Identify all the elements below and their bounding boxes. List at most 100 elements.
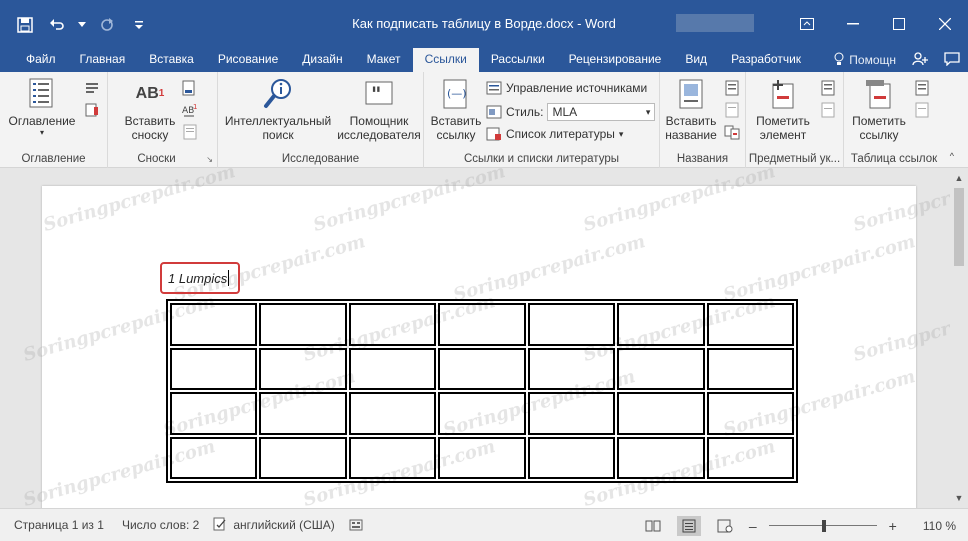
tab-insert[interactable]: Вставка xyxy=(137,48,206,72)
group-footnotes-label: Сноски xyxy=(137,153,176,165)
manage-sources-button[interactable]: Управление источниками xyxy=(486,80,647,96)
add-text-icon[interactable] xyxy=(84,80,100,96)
minimize-icon[interactable] xyxy=(830,0,876,48)
scroll-down-icon[interactable]: ▼ xyxy=(950,490,968,506)
zoom-level[interactable]: 110 % xyxy=(923,519,956,533)
table-cell[interactable] xyxy=(170,436,258,479)
scroll-up-icon[interactable]: ▲ xyxy=(950,170,968,186)
account-area[interactable] xyxy=(676,14,754,32)
zoom-slider[interactable] xyxy=(768,519,877,533)
macro-recording-icon[interactable] xyxy=(349,518,363,532)
tell-me-box[interactable]: Помощн xyxy=(833,52,896,69)
table-cell[interactable] xyxy=(259,392,347,435)
collapse-ribbon-icon[interactable]: ^ xyxy=(950,151,954,161)
read-mode-icon[interactable] xyxy=(641,516,665,536)
table-cell[interactable] xyxy=(706,436,794,479)
smart-lookup-button[interactable]: Интеллектуальный поиск xyxy=(224,78,332,142)
tab-draw[interactable]: Рисование xyxy=(206,48,290,72)
group-index: Пометить элемент Предметный ук... xyxy=(746,72,844,168)
table-cell[interactable] xyxy=(617,303,705,346)
maximize-icon[interactable] xyxy=(876,0,922,48)
next-footnote-icon[interactable]: AB 1 xyxy=(182,102,198,118)
insert-table-of-figures-icon[interactable] xyxy=(724,80,740,96)
document-table[interactable] xyxy=(166,299,798,483)
table-cell[interactable] xyxy=(527,436,616,479)
group-captions-label: Названия xyxy=(676,153,729,165)
table-cell[interactable] xyxy=(706,392,794,435)
insert-citation-button[interactable]: (—) Вставить ссылку xyxy=(428,78,484,142)
table-cell[interactable] xyxy=(527,303,616,346)
table-cell[interactable] xyxy=(348,392,437,435)
cross-reference-icon[interactable] xyxy=(724,124,740,140)
table-cell[interactable] xyxy=(259,347,347,390)
insert-toa-icon[interactable] xyxy=(914,80,930,96)
bibliography-button[interactable]: Список литературы ▾ xyxy=(486,126,623,142)
comments-icon[interactable] xyxy=(944,51,960,69)
table-cell[interactable] xyxy=(617,436,705,479)
table-cell[interactable] xyxy=(706,347,794,390)
tab-view[interactable]: Вид xyxy=(673,48,719,72)
update-index-icon[interactable] xyxy=(820,102,836,118)
insert-endnote-icon[interactable] xyxy=(182,80,198,96)
toc-button[interactable]: Оглавление ▾ xyxy=(9,78,75,138)
table-cell[interactable] xyxy=(348,303,437,346)
add-user-icon[interactable] xyxy=(912,51,928,70)
print-layout-icon[interactable] xyxy=(676,515,701,536)
table-caption-highlight[interactable]: 1 Lumpics xyxy=(160,262,240,294)
tab-layout[interactable]: Макет xyxy=(355,48,413,72)
toc-icon xyxy=(26,78,58,110)
tab-references[interactable]: Ссылки xyxy=(412,48,479,72)
tab-review[interactable]: Рецензирование xyxy=(557,48,674,72)
table-cell[interactable] xyxy=(527,347,616,390)
table-cell[interactable] xyxy=(170,392,258,435)
tab-home[interactable]: Главная xyxy=(68,48,138,72)
table-cell[interactable] xyxy=(348,436,437,479)
tab-file[interactable]: Файл xyxy=(14,48,68,72)
web-layout-icon[interactable] xyxy=(713,516,737,536)
mark-citation-button[interactable]: Пометить ссылку xyxy=(846,78,912,142)
close-icon[interactable] xyxy=(922,0,968,48)
table-cell[interactable] xyxy=(438,392,526,435)
table-cell[interactable] xyxy=(438,436,526,479)
dialog-launcher-icon[interactable]: ↘ xyxy=(206,155,213,164)
table-cell[interactable] xyxy=(348,347,437,390)
zoom-out-icon[interactable]: – xyxy=(749,518,757,534)
insert-caption-button[interactable]: Вставить название xyxy=(662,78,720,142)
mark-entry-button[interactable]: Пометить элемент xyxy=(750,78,816,142)
table-cell[interactable] xyxy=(259,436,347,479)
ribbon-display-options-icon[interactable] xyxy=(784,0,830,48)
tab-design[interactable]: Дизайн xyxy=(290,48,354,72)
table-cell[interactable] xyxy=(259,303,347,346)
tab-developer[interactable]: Разработчик xyxy=(719,48,813,72)
table-cell[interactable] xyxy=(438,303,526,346)
tell-me-label: Помощн xyxy=(849,53,896,67)
mark-entry-label-1: Пометить xyxy=(756,114,810,128)
word-count[interactable]: Число слов: 2 xyxy=(122,518,199,532)
scrollbar-thumb[interactable] xyxy=(954,188,964,266)
table-cell[interactable] xyxy=(617,347,705,390)
table-row xyxy=(170,303,794,346)
vertical-scrollbar[interactable]: ▲ ▼ xyxy=(950,168,968,508)
show-notes-icon[interactable] xyxy=(182,124,198,140)
language-indicator[interactable]: английский (США) xyxy=(213,517,335,534)
table-cell[interactable] xyxy=(617,392,705,435)
table-cell[interactable] xyxy=(706,303,794,346)
update-figures-icon[interactable] xyxy=(724,102,740,118)
table-cell[interactable] xyxy=(170,303,258,346)
style-label: Стиль: xyxy=(506,105,544,119)
insert-footnote-button[interactable]: AB 1 Вставить сноску xyxy=(122,78,178,143)
researcher-button[interactable]: " Помощник исследователя xyxy=(337,78,421,142)
table-cell[interactable] xyxy=(438,347,526,390)
update-toa-icon[interactable] xyxy=(914,102,930,118)
tab-mailings[interactable]: Рассылки xyxy=(479,48,557,72)
status-right: – + 110 % xyxy=(641,509,956,541)
zoom-in-icon[interactable]: + xyxy=(889,518,897,534)
insert-index-icon[interactable] xyxy=(820,80,836,96)
page-count[interactable]: Страница 1 из 1 xyxy=(14,518,104,532)
zoom-slider-thumb[interactable] xyxy=(822,519,827,532)
update-table-icon[interactable] xyxy=(84,102,100,118)
group-captions: Вставить название Названия xyxy=(660,72,746,168)
style-select[interactable]: MLA ▾ xyxy=(547,103,656,121)
table-cell[interactable] xyxy=(170,347,258,390)
table-cell[interactable] xyxy=(527,392,616,435)
